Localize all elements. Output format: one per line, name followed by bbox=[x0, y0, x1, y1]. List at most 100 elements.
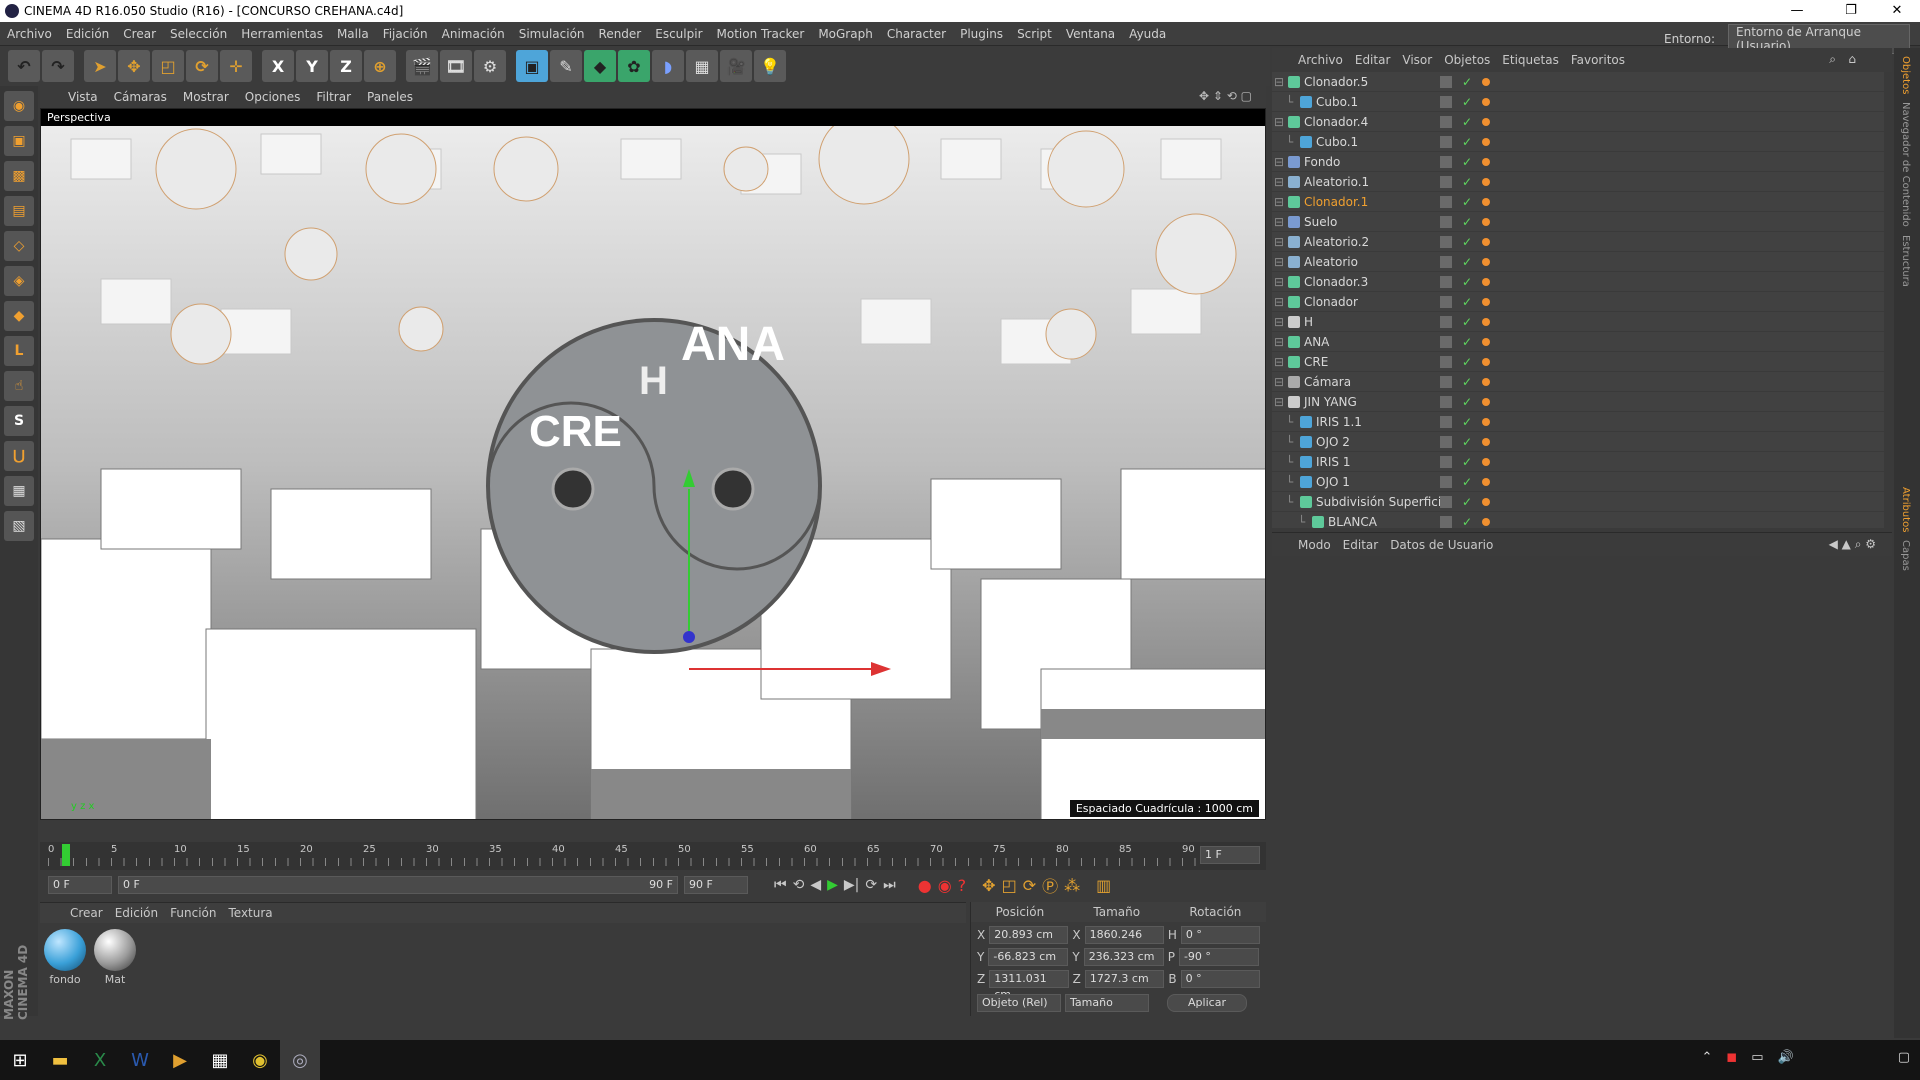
obj-menu-visor[interactable]: Visor bbox=[1396, 53, 1438, 67]
make-editable-icon[interactable]: ◉ bbox=[4, 91, 34, 121]
enabled-check-icon[interactable]: ✓ bbox=[1462, 295, 1472, 309]
prev-frame-icon[interactable]: ◀ bbox=[810, 877, 821, 893]
layer-icon[interactable] bbox=[1440, 355, 1452, 368]
render-view-icon[interactable]: 🎬 bbox=[406, 50, 438, 82]
cube-icon[interactable]: ▣ bbox=[516, 50, 548, 82]
rotation-h-field[interactable]: 0 ° bbox=[1180, 926, 1261, 944]
position-y-field[interactable]: -66.823 cm bbox=[988, 948, 1069, 966]
layer-icon[interactable] bbox=[1440, 275, 1452, 288]
tree-toggle-icon[interactable]: ⊟ bbox=[1274, 155, 1284, 169]
layer-icon[interactable] bbox=[1440, 435, 1452, 448]
tree-toggle-icon[interactable]: ⊟ bbox=[1274, 255, 1284, 269]
y-axis-button[interactable]: Y bbox=[296, 50, 328, 82]
subdivision-icon[interactable]: ◆ bbox=[584, 50, 616, 82]
menu-herramientas[interactable]: Herramientas bbox=[234, 27, 330, 41]
menu-esculpir[interactable]: Esculpir bbox=[648, 27, 709, 41]
enabled-check-icon[interactable]: ✓ bbox=[1462, 435, 1472, 449]
mat-menu-edicion[interactable]: Edición bbox=[109, 906, 164, 920]
layer-icon[interactable] bbox=[1440, 375, 1452, 388]
object-name[interactable]: Aleatorio bbox=[1304, 255, 1358, 269]
object-row[interactable]: ⊟ Suelo ✓ bbox=[1272, 212, 1884, 232]
menu-ventana[interactable]: Ventana bbox=[1059, 27, 1122, 41]
tab-atributos[interactable]: Atributos bbox=[1900, 487, 1911, 532]
tree-toggle-icon[interactable]: └ bbox=[1298, 515, 1305, 529]
tree-toggle-icon[interactable]: └ bbox=[1286, 455, 1293, 469]
tag-icon[interactable] bbox=[1482, 297, 1490, 306]
layer-icon[interactable] bbox=[1440, 175, 1452, 188]
object-name[interactable]: IRIS 1 bbox=[1316, 455, 1350, 469]
tag-icon[interactable] bbox=[1482, 417, 1490, 426]
tag-icon[interactable] bbox=[1482, 357, 1490, 366]
cinema4d-taskbar-icon[interactable]: ◎ bbox=[280, 1040, 320, 1080]
size-x-field[interactable]: 1860.246 cm bbox=[1084, 926, 1164, 957]
grid-lock-icon[interactable]: ▦ bbox=[4, 476, 34, 506]
enabled-check-icon[interactable]: ✓ bbox=[1462, 175, 1472, 189]
word-icon[interactable]: W bbox=[120, 1040, 160, 1080]
points-mode-icon[interactable]: ◇ bbox=[4, 231, 34, 261]
menu-archivo[interactable]: Archivo bbox=[0, 27, 59, 41]
menu-mograph[interactable]: MoGraph bbox=[811, 27, 880, 41]
tag-icon[interactable] bbox=[1482, 77, 1490, 86]
undo-icon[interactable]: ↶ bbox=[8, 50, 40, 82]
x-axis-button[interactable]: X bbox=[262, 50, 294, 82]
tag-icon[interactable] bbox=[1482, 437, 1490, 446]
search-icon[interactable]: ⌕ bbox=[1823, 52, 1842, 67]
menu-character[interactable]: Character bbox=[880, 27, 953, 41]
object-name[interactable]: ANA bbox=[1304, 335, 1329, 349]
object-row[interactable]: ⊟ ANA ✓ bbox=[1272, 332, 1884, 352]
object-row[interactable]: └ OJO 1 ✓ bbox=[1272, 472, 1884, 492]
tree-toggle-icon[interactable]: ⊟ bbox=[1274, 175, 1284, 189]
enabled-check-icon[interactable]: ✓ bbox=[1462, 495, 1472, 509]
tree-toggle-icon[interactable]: ⊟ bbox=[1274, 295, 1284, 309]
record-icon[interactable]: ● bbox=[918, 876, 932, 895]
object-name[interactable]: H bbox=[1304, 315, 1313, 329]
layer-icon[interactable] bbox=[1440, 235, 1452, 248]
object-name[interactable]: Subdivisión Superficie bbox=[1316, 495, 1449, 509]
minimize-icon[interactable]: — bbox=[1774, 0, 1820, 22]
play-icon[interactable]: ▶ bbox=[827, 877, 838, 893]
key-move-icon[interactable]: ✥ bbox=[982, 876, 995, 895]
mograph-cloner-icon[interactable]: ✿ bbox=[618, 50, 650, 82]
rotation-p-field[interactable]: -90 ° bbox=[1178, 948, 1259, 966]
tree-toggle-icon[interactable]: └ bbox=[1286, 95, 1293, 109]
enabled-check-icon[interactable]: ✓ bbox=[1462, 215, 1472, 229]
menu-plugins[interactable]: Plugins bbox=[953, 27, 1010, 41]
object-row[interactable]: └ Cubo.1 ✓ bbox=[1272, 132, 1884, 152]
layer-icon[interactable] bbox=[1440, 115, 1452, 128]
end-frame-field[interactable]: 90 F bbox=[684, 876, 748, 894]
menu-ayuda[interactable]: Ayuda bbox=[1122, 27, 1173, 41]
layer-icon[interactable] bbox=[1440, 255, 1452, 268]
menu-script[interactable]: Script bbox=[1010, 27, 1059, 41]
size-y-field[interactable]: 236.323 cm bbox=[1083, 948, 1164, 966]
object-row[interactable]: ⊟ Clonador.4 ✓ bbox=[1272, 112, 1884, 132]
tree-toggle-icon[interactable]: ⊟ bbox=[1274, 335, 1284, 349]
layer-icon[interactable] bbox=[1440, 475, 1452, 488]
tree-toggle-icon[interactable]: ⊟ bbox=[1274, 355, 1284, 369]
object-name[interactable]: CRE bbox=[1304, 355, 1328, 369]
tag-icon[interactable] bbox=[1482, 137, 1490, 146]
start-icon[interactable]: ⊞ bbox=[0, 1040, 40, 1080]
tree-toggle-icon[interactable]: ⊟ bbox=[1274, 195, 1284, 209]
current-frame-field[interactable]: 1 F bbox=[1200, 846, 1260, 864]
spline-pen-icon[interactable]: ✎ bbox=[550, 50, 582, 82]
tree-toggle-icon[interactable]: ⊟ bbox=[1274, 315, 1284, 329]
size-mode-dropdown[interactable]: Tamaño bbox=[1065, 994, 1149, 1012]
object-row[interactable]: ⊟ Clonador.1 ✓ bbox=[1272, 192, 1884, 212]
object-name[interactable]: Cubo.1 bbox=[1316, 135, 1358, 149]
tree-toggle-icon[interactable]: ⊟ bbox=[1274, 395, 1284, 409]
enabled-check-icon[interactable]: ✓ bbox=[1462, 315, 1472, 329]
enabled-check-icon[interactable]: ✓ bbox=[1462, 415, 1472, 429]
tag-icon[interactable] bbox=[1482, 177, 1490, 186]
object-row[interactable]: ⊟ Cámara ✓ bbox=[1272, 372, 1884, 392]
object-row[interactable]: ⊟ Clonador.3 ✓ bbox=[1272, 272, 1884, 292]
layer-icon[interactable] bbox=[1440, 335, 1452, 348]
object-row[interactable]: └ IRIS 1.1 ✓ bbox=[1272, 412, 1884, 432]
menu-seleccion[interactable]: Selección bbox=[163, 27, 234, 41]
object-name[interactable]: OJO 1 bbox=[1316, 475, 1350, 489]
obj-menu-etiquetas[interactable]: Etiquetas bbox=[1496, 53, 1565, 67]
key-param-icon[interactable]: Ⓟ bbox=[1042, 873, 1058, 897]
obj-menu-objetos[interactable]: Objetos bbox=[1438, 53, 1496, 67]
layer-icon[interactable] bbox=[1440, 415, 1452, 428]
layer-icon[interactable] bbox=[1440, 135, 1452, 148]
object-name[interactable]: Clonador bbox=[1304, 295, 1358, 309]
